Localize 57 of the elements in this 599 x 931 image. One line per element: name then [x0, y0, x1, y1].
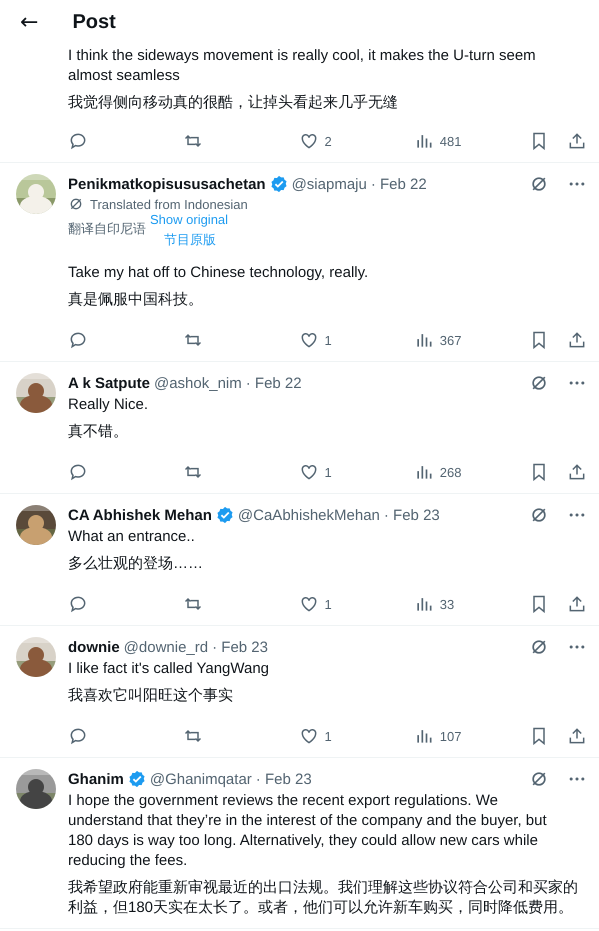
share-icon[interactable]: [567, 131, 587, 151]
reply-icon[interactable]: [68, 131, 88, 151]
view-count: 268: [440, 464, 462, 480]
translate-icon: [68, 196, 84, 212]
reply-icon[interactable]: [68, 594, 88, 614]
author-handle[interactable]: @Ghanimqatar: [150, 770, 252, 788]
reply-icon[interactable]: [68, 726, 88, 746]
post-date[interactable]: · Feb 22: [246, 374, 302, 392]
author-handle[interactable]: @downie_rd: [124, 638, 208, 656]
translated-text: 多么壮观的登场……: [68, 554, 204, 574]
like-count: 1: [324, 728, 332, 744]
author-name[interactable]: CA Abhishek Mehan: [68, 506, 212, 524]
like-icon[interactable]: [298, 330, 318, 350]
author-name[interactable]: A k Satpute: [68, 374, 150, 392]
post-text: What an entrance..: [68, 527, 196, 547]
post-date[interactable]: · Feb 23: [384, 506, 440, 524]
post-date[interactable]: · Feb 23: [256, 770, 312, 788]
translated-text: 我喜欢它叫阳旺这个事实: [68, 686, 234, 706]
reply-icon[interactable]: [68, 330, 88, 350]
share-icon[interactable]: [567, 330, 587, 350]
back-button[interactable]: ←: [16, 10, 42, 34]
view-count: 481: [440, 134, 462, 148]
view-count: 367: [440, 332, 462, 348]
post-text: I like fact it's called YangWang: [68, 659, 270, 679]
post-date[interactable]: · Feb 23: [212, 638, 268, 656]
translated-text: 我觉得侧向移动真的很酷，让掉头看起来几乎无缝: [68, 93, 399, 113]
translation-note: Translated from Indonesian: [90, 196, 248, 212]
share-icon[interactable]: [567, 462, 587, 482]
like-count: 1: [324, 464, 332, 480]
author-handle[interactable]: @ashok_nim: [154, 374, 242, 392]
post-text: I think the sideways movement is really cool, it makes the U-turn seem almost seamless: [68, 46, 537, 86]
post-text: I hope the government reviews the recent export regulations. We understand that they’re in the interest of the company and the buyer, but 180 days is way too long. Alternatively, they could allow new cars while reducing the fees.: [68, 791, 548, 871]
translation-note: 翻译自印尼语: [68, 220, 146, 238]
translated-text: 真不错。: [68, 422, 129, 442]
page-title: Post: [72, 10, 116, 34]
post-text: Take my hat off to Chinese technology, really.: [68, 263, 370, 283]
view-count: 107: [440, 728, 462, 744]
like-icon[interactable]: [298, 726, 318, 746]
author-name[interactable]: Penikmatkopisususachetan: [68, 176, 266, 192]
translated-text: 真是佩服中国科技。: [68, 290, 204, 310]
like-icon[interactable]: [298, 594, 318, 614]
post-text: Really Nice.: [68, 395, 150, 415]
like-icon[interactable]: [298, 462, 318, 482]
author-name[interactable]: Ghanim: [68, 770, 124, 788]
view-count: 33: [440, 596, 454, 612]
reply-icon[interactable]: [68, 462, 88, 482]
author-handle[interactable]: @siapmaju: [292, 176, 367, 192]
like-count: 1: [324, 332, 332, 348]
share-icon[interactable]: [567, 594, 587, 614]
author-name[interactable]: downie: [68, 638, 120, 656]
share-icon[interactable]: [567, 726, 587, 746]
translated-text: 我希望政府能重新审视最近的出口法规。我们理解这些协议符合公司和买家的利益，但180天实在太长了。或者，他们可以允许新车购买，同时降低费用。: [68, 878, 579, 918]
like-count: 1: [324, 596, 332, 612]
like-icon[interactable]: [298, 131, 318, 151]
author-handle[interactable]: @CaAbhishekMehan: [238, 506, 380, 524]
like-count: 2: [324, 134, 332, 148]
post-date[interactable]: · Feb 22: [370, 176, 427, 192]
